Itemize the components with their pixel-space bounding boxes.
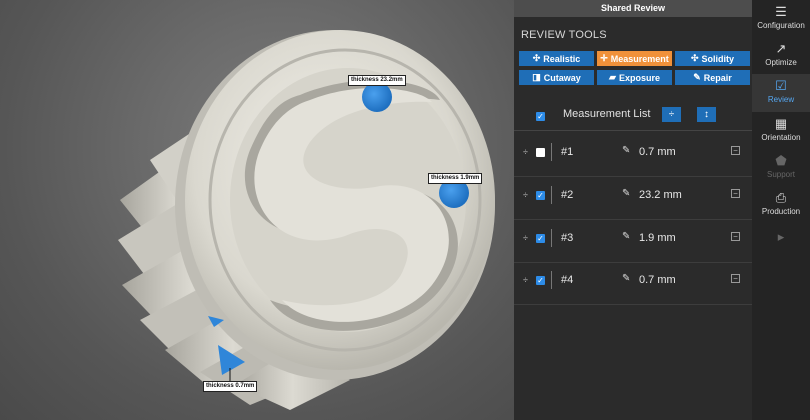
- pencil-icon[interactable]: ✎: [622, 188, 630, 199]
- tool-exposure-button[interactable]: ▰ Exposure: [597, 70, 672, 85]
- sidebar-item-review[interactable]: ☑ Review: [752, 74, 810, 112]
- workflow-sidebar: ☰ Configuration ↗ Optimize ☑ Review ▦ Or…: [752, 0, 810, 420]
- sidebar-item-label: Orientation: [761, 133, 801, 142]
- tool-label: Measurement: [610, 53, 669, 64]
- tool-measurement-button[interactable]: ✛ Measurement: [597, 51, 672, 66]
- vertical-arrows-icon: ↕: [704, 109, 709, 120]
- move-icon: ✣: [532, 53, 541, 63]
- row-value: 23.2 mm: [639, 189, 682, 201]
- tool-label: Exposure: [618, 72, 660, 83]
- sidebar-item-label: Optimize: [765, 58, 797, 67]
- play-icon: ▸: [777, 229, 785, 244]
- remove-button[interactable]: −: [731, 146, 740, 155]
- sidebar-item-production[interactable]: ⎙ Production: [752, 186, 810, 224]
- sidebar-item-label: Production: [761, 207, 801, 216]
- support-icon: ⬟: [775, 153, 787, 168]
- remove-button[interactable]: −: [731, 274, 740, 283]
- tool-label: Cutaway: [543, 72, 581, 83]
- measurement-marker-2[interactable]: [362, 82, 392, 112]
- wrench-icon: ✎: [693, 72, 701, 82]
- measurement-row[interactable]: ÷ ✓ #2 ✎ 23.2 mm −: [514, 186, 752, 228]
- tool-label: Repair: [703, 72, 732, 83]
- blocks-icon: ▦: [774, 116, 788, 131]
- tool-label: Solidity: [701, 53, 735, 64]
- row-number: #4: [561, 274, 574, 286]
- measurement-row[interactable]: ÷ ✓ #4 ✎ 0.7 mm −: [514, 271, 752, 313]
- pencil-icon[interactable]: ✎: [622, 145, 630, 156]
- tool-label: Realistic: [543, 53, 581, 64]
- sort-button[interactable]: ÷: [662, 107, 681, 122]
- plus-icon: ✛: [600, 53, 608, 63]
- review-tools: ✣ Realistic ✛ Measurement ✣ Solidity ◨ C…: [514, 51, 752, 85]
- drag-handle-icon[interactable]: ÷: [523, 190, 528, 200]
- measurement-row[interactable]: ÷ ✓ #3 ✎ 1.9 mm −: [514, 229, 752, 271]
- sidebar-item-label: Configuration: [757, 21, 805, 30]
- chart-icon: ↗: [775, 41, 787, 56]
- row-value: 0.7 mm: [639, 274, 676, 286]
- expand-button[interactable]: ↕: [697, 107, 716, 122]
- measurement-list-header: ✓ Measurement List ÷ ↕: [514, 101, 752, 131]
- row-checkbox[interactable]: [536, 148, 545, 157]
- sidebar-item-label: Support: [766, 170, 796, 179]
- row-number: #2: [561, 189, 574, 201]
- area-chart-icon: ▰: [609, 72, 616, 82]
- sliders-icon: ☰: [775, 4, 787, 19]
- panel-header: Shared Review: [514, 0, 752, 17]
- review-panel: Shared Review REVIEW TOOLS ✣ Realistic ✛…: [514, 0, 752, 420]
- sidebar-item-configuration[interactable]: ☰ Configuration: [752, 0, 810, 38]
- row-checkbox[interactable]: ✓: [536, 276, 545, 285]
- sidebar-item-next[interactable]: ▸: [752, 225, 810, 263]
- sidebar-item-orientation[interactable]: ▦ Orientation: [752, 112, 810, 150]
- measurement-label: thickness 23.2mm: [348, 75, 406, 86]
- sidebar-item-optimize[interactable]: ↗ Optimize: [752, 37, 810, 75]
- drag-handle-icon[interactable]: ÷: [523, 233, 528, 243]
- row-number: #1: [561, 146, 574, 158]
- remove-button[interactable]: −: [731, 232, 740, 241]
- section-title: REVIEW TOOLS: [521, 29, 607, 41]
- tool-cutaway-button[interactable]: ◨ Cutaway: [519, 70, 594, 85]
- row-checkbox[interactable]: ✓: [536, 234, 545, 243]
- model-render[interactable]: [0, 0, 514, 420]
- sort-icon: ÷: [668, 109, 675, 120]
- row-value: 1.9 mm: [639, 232, 676, 244]
- pencil-icon[interactable]: ✎: [622, 231, 630, 242]
- printer-icon: ⎙: [775, 190, 787, 205]
- drag-handle-icon[interactable]: ÷: [523, 275, 528, 285]
- row-number: #3: [561, 232, 574, 244]
- tool-repair-button[interactable]: ✎ Repair: [675, 70, 750, 85]
- remove-button[interactable]: −: [731, 189, 740, 198]
- select-all-checkbox[interactable]: ✓: [536, 112, 545, 121]
- measurement-list-title: Measurement List: [563, 108, 651, 120]
- move-icon: ✣: [690, 53, 699, 63]
- sidebar-item-label: Review: [767, 95, 795, 104]
- sidebar-item-support[interactable]: ⬟ Support: [752, 149, 810, 187]
- row-checkbox[interactable]: ✓: [536, 191, 545, 200]
- drag-handle-icon[interactable]: ÷: [523, 147, 528, 157]
- measurement-row[interactable]: ÷ #1 ✎ 0.7 mm −: [514, 143, 752, 185]
- row-value: 0.7 mm: [639, 146, 676, 158]
- tool-realistic-button[interactable]: ✣ Realistic: [519, 51, 594, 66]
- measurement-label: thickness 1.9mm: [428, 173, 483, 184]
- clipboard-check-icon: ☑: [775, 78, 787, 93]
- tool-solidity-button[interactable]: ✣ Solidity: [675, 51, 750, 66]
- 3d-viewport[interactable]: thickness 23.2mm thickness 1.9mm thickne…: [0, 0, 514, 420]
- measurement-label: thickness 0.7mm: [203, 381, 258, 392]
- cube-icon: ◨: [532, 72, 541, 82]
- pencil-icon[interactable]: ✎: [622, 273, 630, 284]
